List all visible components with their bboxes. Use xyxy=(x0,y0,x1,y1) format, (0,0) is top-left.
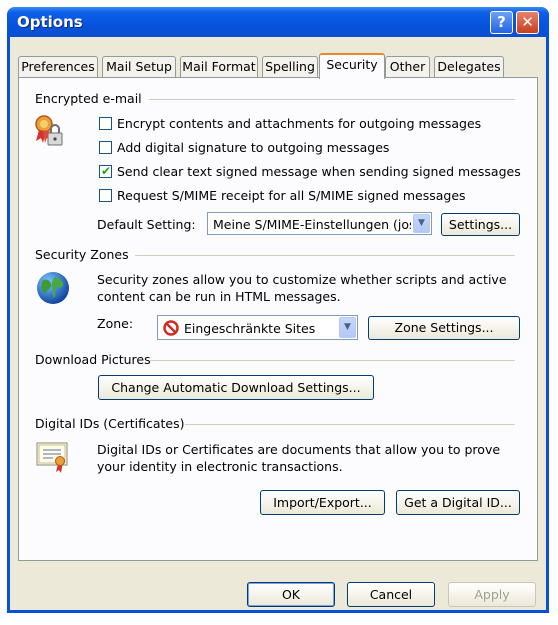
import-export-button[interactable]: Import/Export... xyxy=(260,490,385,515)
zone-value: Eingeschränkte Sites xyxy=(184,321,316,336)
apply-button[interactable]: Apply xyxy=(448,582,536,607)
default-setting-dropdown[interactable]: Meine S/MIME-Einstellungen (jose ▼ xyxy=(207,212,432,235)
dialog-body: Preferences Mail Setup Mail Format Spell… xyxy=(10,37,546,610)
close-button[interactable]: ✕ xyxy=(516,11,539,34)
digital-ids-heading: Digital IDs (Certificates) xyxy=(35,416,185,431)
zone-label: Zone: xyxy=(97,316,134,331)
tab-other[interactable]: Other xyxy=(385,56,430,77)
encrypted-email-heading: Encrypted e-mail xyxy=(35,91,142,106)
title-bar[interactable]: Options ? ✕ xyxy=(7,7,549,37)
smime-receipt-checkbox[interactable] xyxy=(99,189,112,202)
add-signature-label: Add digital signature to outgoing messag… xyxy=(117,140,390,155)
change-download-settings-button[interactable]: Change Automatic Download Settings... xyxy=(98,375,374,400)
clear-text-signed-checkbox[interactable]: ✔ xyxy=(99,164,112,178)
chevron-down-icon[interactable]: ▼ xyxy=(339,317,356,338)
tab-mail-setup[interactable]: Mail Setup xyxy=(102,56,176,77)
encrypt-contents-label: Encrypt contents and attachments for out… xyxy=(117,116,482,131)
tab-preferences[interactable]: Preferences xyxy=(18,56,98,77)
globe-icon xyxy=(37,272,69,304)
security-zones-heading: Security Zones xyxy=(35,247,129,262)
ok-button[interactable]: OK xyxy=(247,582,335,607)
tab-security[interactable]: Security xyxy=(319,53,385,79)
settings-button[interactable]: Settings... xyxy=(441,213,520,236)
tab-mail-format[interactable]: Mail Format xyxy=(180,56,258,77)
options-window: Options ? ✕ Preferences Mail Setup Mail … xyxy=(7,7,549,613)
certificate-icon xyxy=(36,442,68,473)
default-setting-value: Meine S/MIME-Einstellungen (jose xyxy=(213,217,411,232)
clear-text-signed-label: Send clear text signed message when send… xyxy=(117,164,521,179)
divider xyxy=(149,360,515,361)
restricted-icon xyxy=(163,320,179,336)
tab-delegates[interactable]: Delegates xyxy=(434,56,504,77)
chevron-down-icon[interactable]: ▼ xyxy=(413,214,430,233)
add-signature-checkbox[interactable] xyxy=(99,141,112,154)
security-zones-description: Security zones allow you to customize wh… xyxy=(97,272,507,304)
cancel-button[interactable]: Cancel xyxy=(347,582,435,607)
security-panel: Encrypted e-mail Encrypt contents and at… xyxy=(18,77,538,561)
divider xyxy=(135,255,515,256)
smime-receipt-label: Request S/MIME receipt for all S/MIME si… xyxy=(117,188,466,203)
digital-ids-description: Digital IDs or Certificates are document… xyxy=(97,442,501,474)
certificate-lock-icon xyxy=(35,115,63,146)
default-setting-label: Default Setting: xyxy=(97,217,196,232)
window-title: Options xyxy=(17,13,83,31)
checkmark-icon: ✔ xyxy=(101,164,112,178)
zone-dropdown[interactable]: Eingeschränkte Sites ▼ xyxy=(157,315,358,340)
help-button[interactable]: ? xyxy=(490,11,513,34)
divider xyxy=(149,99,515,100)
zone-settings-button[interactable]: Zone Settings... xyxy=(368,316,520,340)
tab-spelling[interactable]: Spelling xyxy=(262,56,318,77)
download-pictures-heading: Download Pictures xyxy=(35,352,151,367)
get-digital-id-button[interactable]: Get a Digital ID... xyxy=(396,490,520,515)
divider xyxy=(185,424,515,425)
encrypt-contents-checkbox[interactable] xyxy=(99,117,112,130)
tab-strip: Preferences Mail Setup Mail Format Spell… xyxy=(18,53,538,79)
